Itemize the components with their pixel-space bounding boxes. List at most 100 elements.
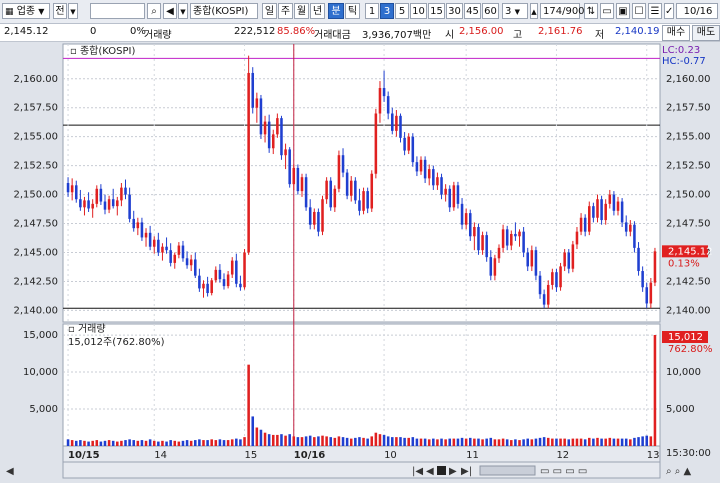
search-icon[interactable]: ⌕ [147,3,161,19]
time-tick-label: 14 [154,450,167,461]
list-icon[interactable]: ☰ [648,3,662,19]
volume-bar [169,440,172,446]
high-value: 2,161.76 [538,26,583,37]
interval-5-button[interactable]: 5 [395,3,409,19]
market-option[interactable]: 전 [53,3,67,19]
interval-3-button[interactable]: 3 [380,3,394,19]
candle-body [120,187,123,201]
period-day-button[interactable]: 일 [262,3,277,19]
sound-dropdown-icon[interactable]: ▼ [178,3,188,19]
speaker-icon[interactable]: ◀ [163,3,177,19]
interval-30-button[interactable]: 30 [446,3,463,19]
candle-body [198,275,201,289]
volume-bar [567,439,571,446]
candle-body [452,185,456,208]
time-tick-label: 12 [556,450,569,461]
candle-body [206,283,209,294]
volume-bar [230,439,234,446]
candle-body [522,231,525,253]
scroll-last-icon[interactable]: ▶| [461,466,472,477]
interval-15-button[interactable]: 15 [428,3,445,19]
candle-body [173,254,177,263]
candle-body [497,247,501,259]
price-tick-left: 2,150.00 [13,190,58,201]
candle-body [473,227,476,237]
interval-10-button[interactable]: 10 [410,3,427,19]
stop-icon[interactable] [437,466,446,475]
check-icon[interactable]: ✓ [664,3,674,19]
market-select[interactable]: ▦ 업종 ▼ [2,3,50,19]
open-value: 2,156.00 [459,26,504,37]
candle-body [296,167,300,192]
candle-body [354,180,357,201]
volume-bar [559,438,562,446]
volume-bar [185,440,189,446]
candle-body [87,200,90,209]
period-week-button[interactable]: 주 [278,3,293,19]
interval-45-button[interactable]: 45 [464,3,481,19]
scroll-thumb[interactable] [479,465,536,476]
volume-bar [95,440,99,446]
candle-body [407,136,410,151]
zoom-control-icons[interactable]: ⌕ ⌕ ▲ [666,466,692,477]
period-year-button[interactable]: 년 [310,3,325,19]
period-minute-button[interactable]: 분 [328,3,344,19]
candlestick-chart[interactable]: 2,140.00 2,140.00 2,142.50 2,142.50 2,145.00… [0,42,720,480]
candle-body [378,88,382,114]
candle-body [604,203,607,221]
code-input[interactable] [90,3,145,19]
interval-1-button[interactable]: 1 [365,3,379,19]
scroll-right-icon[interactable]: ▶ [449,466,457,477]
zoom-in-icon[interactable]: ◀ [6,466,14,477]
zoom-icons[interactable]: ▭ ▭ ▭ ▭ [540,466,587,477]
period-tick-button[interactable]: 틱 [345,3,360,19]
volume-bar [152,440,156,446]
volume-bar [288,434,291,446]
candle-body [440,177,443,195]
period-month-button[interactable]: 월 [294,3,309,19]
clock-label: 15:30:00 [666,448,711,459]
candle-body [579,217,583,232]
chevron-down-icon: ▼ [38,7,45,16]
volume-bar [423,438,427,446]
volume-bar [157,441,160,446]
candle-body [349,180,353,196]
candle-body [251,72,255,108]
arrows-icon[interactable]: ⇅ [584,3,598,19]
low-value: 2,140.19 [615,26,660,37]
sell-button[interactable]: 매도 [692,25,720,41]
count-up-icon[interactable]: ▲ [530,3,538,19]
scroll-first-icon[interactable]: |◀ [412,466,423,477]
chart-area[interactable]: 2,140.00 2,140.00 2,142.50 2,142.50 2,145.00… [0,42,720,480]
interval-60-button[interactable]: 60 [482,3,499,19]
candle-body [189,259,193,266]
candle-body [477,227,480,251]
candle-body [169,250,172,263]
candle-body [74,185,78,200]
volume-bar [280,434,283,446]
checkbox-icon[interactable]: ☐ [632,3,646,19]
volume-bar [571,438,575,446]
volume-tick-left: 5,000 [29,404,58,415]
volume-bar [583,439,587,446]
option-dropdown-icon[interactable]: ▼ [68,3,78,19]
price-tick-right: 2,150.00 [666,190,711,201]
price-tick-left: 2,142.50 [13,276,58,287]
candle-body [91,203,94,209]
candle-body [313,211,316,225]
volume-bar [415,438,419,446]
candle-body [382,88,386,97]
candle-body [641,271,644,288]
scroll-left-icon[interactable]: ◀ [426,466,434,477]
volume-bar [481,439,484,446]
volume-bar [218,439,222,446]
volume-bar [608,437,612,446]
interval-select[interactable]: 3 ▼ [502,3,528,19]
candle-body [177,245,181,255]
chart-type-icon[interactable]: ▭ [600,3,614,19]
buy-button[interactable]: 매수 [662,25,690,41]
volume-tick-right: 10,000 [666,367,701,378]
candle-body [518,231,521,237]
candle-body [567,252,571,269]
save-icon[interactable]: ▣ [616,3,630,19]
